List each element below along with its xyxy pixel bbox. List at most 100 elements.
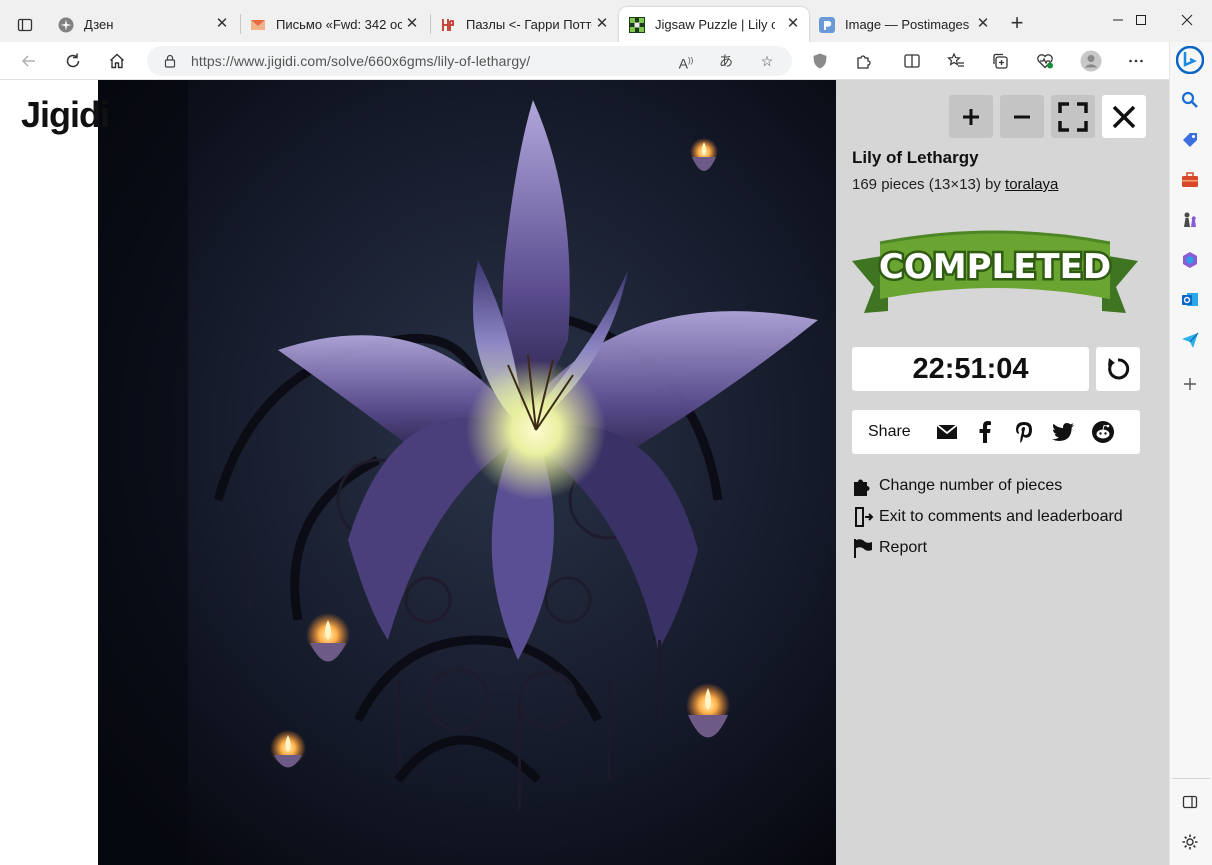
- plus-icon: [1184, 378, 1196, 390]
- translate-icon[interactable]: あ: [716, 51, 736, 71]
- collections-button[interactable]: [985, 46, 1015, 76]
- split-screen-button[interactable]: [897, 46, 927, 76]
- close-tab-icon[interactable]: ✕: [975, 16, 991, 32]
- hide-sidebar-button[interactable]: [1174, 786, 1206, 818]
- hp-icon: [442, 18, 454, 31]
- pieces-text: 169 pieces (13×13) by: [852, 176, 1001, 193]
- back-button[interactable]: [14, 46, 44, 76]
- send-sidebar-button[interactable]: [1174, 324, 1206, 356]
- shopping-tag-icon: [1183, 133, 1197, 147]
- change-pieces-link[interactable]: Change number of pieces: [852, 475, 1062, 497]
- zoom-out-button[interactable]: [1000, 95, 1044, 138]
- close-tab-icon[interactable]: ✕: [594, 16, 610, 32]
- sidebar-settings-button[interactable]: [1174, 826, 1206, 858]
- report-label: Report: [879, 539, 928, 556]
- refresh-button[interactable]: [58, 46, 88, 76]
- minus-icon: [1014, 115, 1030, 118]
- url-text: https://www.jigidi.com/solve/660x6gms/li…: [191, 53, 531, 69]
- fullscreen-button[interactable]: [1051, 95, 1095, 138]
- outlook-sidebar-button[interactable]: [1174, 284, 1206, 316]
- read-aloud-icon[interactable]: A)): [676, 51, 696, 72]
- close-tab-icon[interactable]: ✕: [404, 16, 420, 32]
- restart-button[interactable]: [1096, 347, 1140, 391]
- tab-title: Jigsaw Puzzle | Lily of Le: [655, 17, 775, 32]
- tab-postimages[interactable]: Image — Postimages ✕: [809, 7, 999, 42]
- email-share-icon[interactable]: [936, 421, 958, 443]
- heart-pulse-icon: [1037, 54, 1053, 69]
- close-window-button[interactable]: [1164, 0, 1210, 40]
- reddit-share-icon[interactable]: [1092, 421, 1114, 443]
- chess-icon: [1184, 212, 1196, 227]
- tab-title: Письмо «Fwd: 342 осл: [276, 17, 402, 32]
- timer-display: 22:51:04: [852, 347, 1089, 391]
- mail-icon: [251, 19, 265, 30]
- m365-icon: [1183, 252, 1197, 268]
- browser-essentials-button[interactable]: [1030, 46, 1060, 76]
- outlook-icon: [1182, 293, 1198, 306]
- tab-actions-button[interactable]: [8, 8, 42, 42]
- plus-icon: [963, 108, 979, 125]
- facebook-share-icon[interactable]: [974, 421, 996, 443]
- profile-button[interactable]: [1076, 46, 1106, 76]
- bing-copilot-button[interactable]: [1174, 44, 1206, 76]
- close-icon: [1181, 14, 1193, 26]
- tab-jigsaw[interactable]: Jigsaw Puzzle | Lily of Le ✕: [619, 7, 809, 42]
- tab-strip: Дзен ✕ Письмо «Fwd: 342 осл ✕ Пазлы <- Г…: [0, 0, 1212, 42]
- postimages-icon: [819, 16, 835, 33]
- favorites-list-icon: [947, 52, 964, 67]
- tab-dzen[interactable]: Дзен ✕: [48, 7, 238, 42]
- gear-icon: [1182, 834, 1198, 850]
- collections-icon: [993, 53, 1008, 69]
- favorite-star-icon[interactable]: ☆: [757, 51, 777, 71]
- zoom-in-button[interactable]: [949, 95, 993, 138]
- exit-comments-label: Exit to comments and leaderboard: [879, 508, 1123, 525]
- extension-button[interactable]: [805, 46, 835, 76]
- more-dots-icon: [1129, 59, 1143, 63]
- puzzle-side-panel: Lily of Lethargy 169 pieces (13×13) by t…: [836, 80, 1169, 865]
- address-bar[interactable]: https://www.jigidi.com/solve/660x6gms/li…: [147, 46, 792, 76]
- jigidi-icon: [629, 16, 645, 33]
- puzzle-info: 169 pieces (13×13) by toralaya: [852, 176, 1058, 193]
- fullscreen-icon: [1058, 101, 1088, 132]
- extensions-button[interactable]: [849, 46, 879, 76]
- maximize-button[interactable]: [1118, 0, 1164, 40]
- sidebar-panel-icon: [1182, 795, 1198, 809]
- lock-icon: [164, 54, 176, 68]
- completed-banner: COMPLETED: [852, 230, 1138, 313]
- close-puzzle-button[interactable]: [1102, 95, 1146, 138]
- home-button[interactable]: [102, 46, 132, 76]
- jigidi-logo[interactable]: Jigidi: [21, 94, 110, 136]
- settings-menu-button[interactable]: [1121, 46, 1151, 76]
- restart-icon: [1108, 358, 1130, 380]
- add-sidebar-app-button[interactable]: [1174, 368, 1206, 400]
- copilot-icon: [1176, 46, 1204, 74]
- home-icon: [110, 53, 124, 69]
- new-tab-button[interactable]: +: [1005, 12, 1029, 36]
- report-link[interactable]: Report: [852, 537, 927, 559]
- search-sidebar-button[interactable]: [1174, 84, 1206, 116]
- microsoft365-sidebar-button[interactable]: [1174, 244, 1206, 276]
- send-icon: [1182, 332, 1199, 348]
- exit-comments-link[interactable]: Exit to comments and leaderboard: [852, 506, 1123, 528]
- dzen-icon: [58, 17, 74, 32]
- twitter-share-icon[interactable]: [1052, 421, 1074, 443]
- puzzle-extensions-icon: [857, 55, 871, 69]
- web-page: Jigidi Lily of Lethargy 169 pieces (13×1…: [0, 80, 1169, 865]
- author-link[interactable]: toralaya: [1005, 176, 1058, 193]
- games-sidebar-button[interactable]: [1174, 204, 1206, 236]
- close-tab-icon[interactable]: ✕: [214, 16, 230, 32]
- split-screen-icon: [904, 54, 920, 68]
- favorites-button[interactable]: [941, 46, 971, 76]
- share-label: Share: [868, 423, 911, 440]
- puzzle-image[interactable]: [98, 80, 836, 865]
- tab-harry-potter[interactable]: Пазлы <- Гарри Потте ✕: [430, 7, 618, 42]
- close-tab-icon[interactable]: ✕: [785, 16, 801, 32]
- tab-mail[interactable]: Письмо «Fwd: 342 осл ✕: [240, 7, 428, 42]
- search-icon: [1181, 91, 1198, 108]
- puzzle-piece-icon: [854, 479, 870, 496]
- shopping-sidebar-button[interactable]: [1174, 124, 1206, 156]
- browser-window: Дзен ✕ Письмо «Fwd: 342 осл ✕ Пазлы <- Г…: [0, 0, 1212, 865]
- tools-sidebar-button[interactable]: [1174, 164, 1206, 196]
- pinterest-share-icon[interactable]: [1013, 421, 1035, 443]
- completed-label: COMPLETED: [879, 247, 1111, 287]
